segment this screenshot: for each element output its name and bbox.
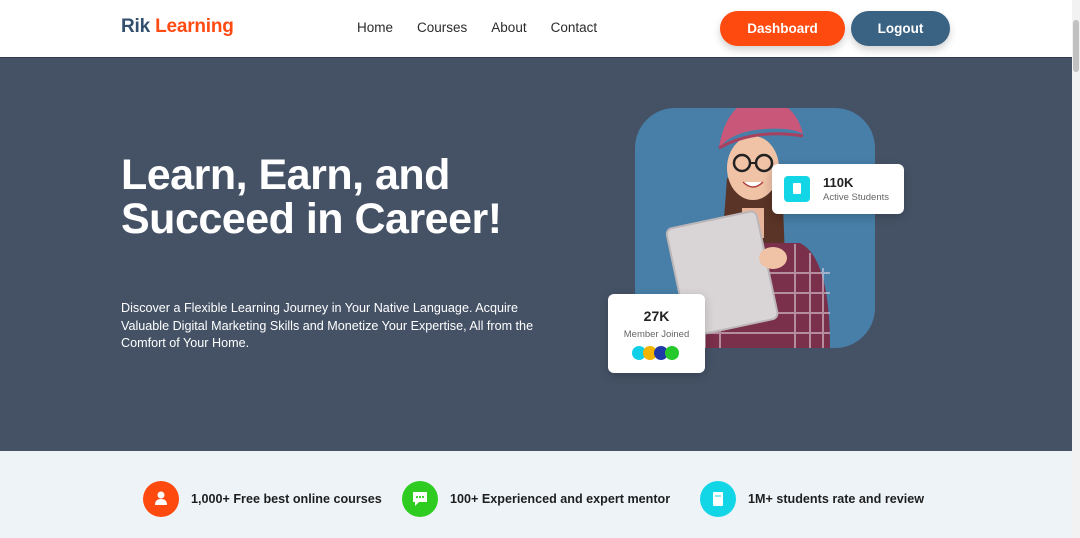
page-scrollbar[interactable] — [1072, 0, 1080, 538]
site-header: Rik Learning Home Courses About Contact … — [0, 0, 1072, 58]
person-icon — [143, 481, 179, 517]
feature-item: 100+ Experienced and expert mentor — [402, 481, 670, 517]
feature-text: 1M+ students rate and review — [748, 492, 925, 506]
book-icon — [700, 481, 736, 517]
members-joined-label: Member Joined — [623, 329, 690, 340]
nav-home-link[interactable]: Home — [357, 20, 393, 35]
book-icon — [784, 176, 810, 202]
feature-item: 1,000+ Free best online courses — [143, 481, 382, 517]
scrollbar-thumb[interactable] — [1073, 20, 1079, 72]
members-joined-card: 27K Member Joined — [608, 294, 705, 373]
feature-item: 1M+ students rate and review — [700, 481, 924, 517]
active-students-label: Active Students — [823, 192, 890, 203]
nav-contact-link[interactable]: Contact — [551, 20, 598, 35]
active-students-value: 110K — [823, 175, 854, 190]
dashboard-button[interactable]: Dashboard — [720, 11, 845, 46]
active-students-card: 110K Active Students — [772, 164, 904, 214]
main-nav: Home Courses About Contact — [357, 20, 621, 35]
nav-courses-link[interactable]: Courses — [417, 20, 467, 35]
site-logo[interactable]: Rik Learning — [121, 16, 234, 38]
hero-section: Learn, Earn, and Succeed in Career! Disc… — [0, 58, 1072, 451]
feature-text: 1,000+ Free best online courses — [191, 492, 382, 506]
member-avatar — [665, 346, 679, 360]
features-strip: 1,000+ Free best online courses 100+ Exp… — [0, 451, 1072, 538]
logo-text-learning: Learning — [155, 16, 234, 37]
chat-icon — [402, 481, 438, 517]
members-joined-value: 27K — [643, 308, 670, 324]
hero-title: Learn, Earn, and Succeed in Career! — [121, 151, 502, 243]
nav-about-link[interactable]: About — [491, 20, 526, 35]
logo-text-rik: Rik — [121, 16, 150, 37]
logout-button[interactable]: Logout — [851, 11, 950, 46]
feature-text: 100+ Experienced and expert mentor — [450, 492, 671, 506]
hero-description: Discover a Flexible Learning Journey in … — [121, 301, 534, 350]
